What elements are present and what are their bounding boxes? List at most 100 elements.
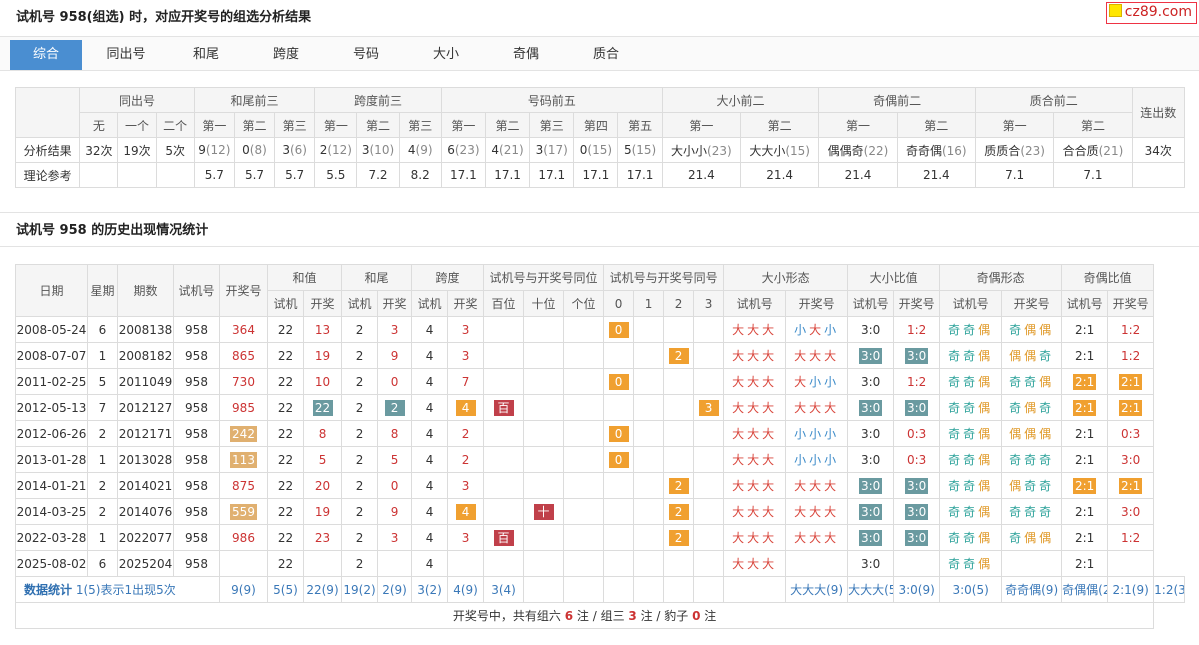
parity-char: 奇 (1009, 505, 1025, 519)
summary-cell: 5.7 (193, 162, 235, 188)
parity-char: 奇 (1024, 453, 1040, 467)
size-char: 大 (747, 375, 763, 389)
stats-cell: 1:2(3) (1153, 576, 1185, 603)
summary-group-header: 连出数 (1131, 87, 1186, 138)
history-cell: 大小小 (785, 368, 849, 395)
history-cell: 大大大 (723, 472, 787, 499)
history-header: 星期 (87, 264, 118, 317)
history-cell: 242 (219, 420, 268, 447)
marker-badge: 2:1 (1072, 477, 1097, 494)
history-cell (693, 368, 725, 395)
parity-char: 奇 (963, 323, 979, 337)
history-cell (483, 316, 525, 343)
history-cell: 4 (447, 394, 485, 421)
parity-char: 偶 (978, 427, 994, 441)
parity-char: 奇 (963, 375, 979, 389)
history-cell: 2013028 (117, 446, 174, 473)
history-cell: 2 (341, 498, 379, 525)
tab-6[interactable]: 奇偶 (490, 40, 562, 70)
history-cell: 4 (411, 342, 449, 369)
summary-cell: 19次 (117, 137, 157, 163)
tab-1[interactable]: 同出号 (90, 40, 162, 70)
marker-badge: 2 (668, 347, 689, 364)
history-cell (523, 316, 565, 343)
tab-7[interactable]: 质合 (570, 40, 642, 70)
history-cell: 大大大 (723, 446, 787, 473)
history-cell: 大大大 (723, 368, 787, 395)
history-cell: 1 (87, 446, 118, 473)
tab-3[interactable]: 跨度 (250, 40, 322, 70)
history-subheader: 试机 (411, 290, 449, 317)
history-cell (563, 420, 605, 447)
history-cell: 2025-08-02 (15, 550, 88, 577)
size-char: 大 (809, 505, 825, 519)
size-char: 大 (794, 531, 810, 545)
history-cell: 22 (267, 394, 304, 421)
size-char: 小 (809, 427, 825, 441)
logo-text: cz89.com (1124, 4, 1192, 20)
parity-char: 偶 (978, 349, 994, 363)
history-cell (563, 394, 605, 421)
tab-0[interactable]: 综合 (10, 40, 82, 70)
history-cell: 3:0 (893, 524, 941, 551)
summary-cell: 5(15) (617, 137, 663, 163)
history-subheader: 百位 (483, 290, 525, 317)
history-cell: 大大大 (785, 524, 849, 551)
tab-4[interactable]: 号码 (330, 40, 402, 70)
count-leopard: 0 (692, 609, 701, 623)
summary-subheader: 第二 (233, 112, 276, 138)
history-cell: 大大大 (723, 524, 787, 551)
history-cell: 3:0 (893, 472, 941, 499)
stats-cell: 3:0(5) (939, 576, 1003, 603)
history-cell (483, 550, 525, 577)
size-char: 大 (732, 323, 748, 337)
history-cell (633, 524, 665, 551)
marker-badge: 3:0 (904, 477, 929, 494)
history-cell: 2013-01-28 (15, 446, 88, 473)
history-subheader: 开奖 (302, 290, 343, 317)
summary-cell: 5.7 (233, 162, 276, 188)
size-char: 大 (732, 479, 748, 493)
history-cell: 奇奇偶 (939, 342, 1003, 369)
marker-badge: 百 (493, 529, 514, 546)
size-char: 大 (762, 375, 778, 389)
history-cell: 1:2 (1107, 316, 1155, 343)
history-cell: 2:1 (1061, 446, 1109, 473)
history-cell (693, 472, 725, 499)
history-cell: 2 (87, 420, 118, 447)
size-char: 大 (809, 401, 825, 415)
summary-cell: 8.2 (398, 162, 442, 188)
table-row: 2012-05-13 7 2012127 958 985 22 22 2 2 4 4 百 3 大大大 大大大… (15, 394, 1185, 421)
summary-subheader: 第三 (274, 112, 316, 138)
summary-cell: 17.1 (484, 162, 531, 188)
history-cell: 奇奇偶 (939, 316, 1003, 343)
history-cell: 958 (173, 368, 220, 395)
summary-group-header: 大小前二 (661, 87, 820, 113)
summary-subheader: 第一 (440, 112, 486, 138)
history-cell: 2:1 (1061, 524, 1109, 551)
tab-2[interactable]: 和尾 (170, 40, 242, 70)
summary-subheader: 第一 (193, 112, 235, 138)
history-cell: 113 (219, 446, 268, 473)
history-subheader: 0 (603, 290, 635, 317)
history-cell: 4 (411, 550, 449, 577)
history-cell: 大大大 (785, 472, 849, 499)
history-cell (693, 550, 725, 577)
history-subheader: 个位 (563, 290, 605, 317)
history-cell: 730 (219, 368, 268, 395)
stats-cell: 大大大(5) (847, 576, 895, 603)
history-cell: 2008-07-07 (15, 342, 88, 369)
history-cell (523, 446, 565, 473)
history-cell: 大大大 (723, 316, 787, 343)
parity-char: 偶 (978, 401, 994, 415)
tab-5[interactable]: 大小 (410, 40, 482, 70)
history-cell: 3:0 (847, 472, 895, 499)
history-cell (603, 394, 635, 421)
history-cell: 2:1 (1061, 394, 1109, 421)
parity-char: 偶 (1039, 323, 1055, 337)
history-cell: 7 (87, 394, 118, 421)
history-cell: 9 (377, 342, 413, 369)
history-subheader: 开奖号 (893, 290, 941, 317)
history-cell (633, 342, 665, 369)
site-logo[interactable]: cz89.com (1105, 2, 1197, 24)
